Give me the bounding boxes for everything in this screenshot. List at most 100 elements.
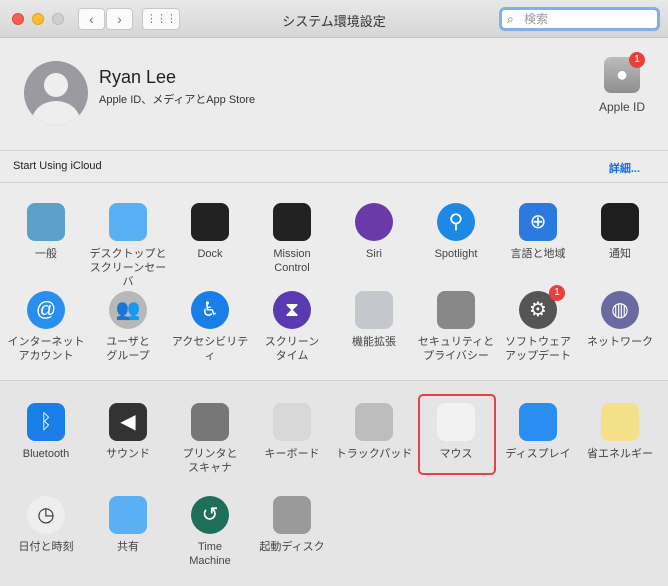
pane-label: インターネット アカウント: [7, 336, 85, 362]
avatar[interactable]: [24, 61, 88, 125]
pane-label: 機能拡張: [352, 336, 396, 348]
pane-siri[interactable]: Siri: [333, 203, 415, 261]
account-section: Ryan Lee Apple ID、メディアとApp Store ● 1 App…: [0, 39, 668, 150]
pane-label: 共有: [117, 541, 139, 553]
security-house-icon: [437, 291, 475, 329]
pane-lightbulb[interactable]: 省エネルギー: [579, 403, 661, 461]
apple-id-label: Apple ID: [598, 100, 646, 114]
pane-label: ユーザと グループ: [106, 336, 150, 362]
title-bar: ‹ › ⋮⋮⋮ システム環境設定 ⌕ 検索: [0, 0, 668, 38]
gear-icon: ⚙ 1: [519, 285, 565, 329]
siri-icon: [355, 203, 393, 241]
language-flag-icon: ⊕: [519, 203, 557, 241]
pane-keyboard[interactable]: キーボード: [251, 403, 333, 461]
pane-shared-folder[interactable]: 共有: [87, 496, 169, 554]
pane-hourglass[interactable]: ⧗ スクリーン タイム: [251, 291, 333, 363]
pane-label: セキュリティと プライバシー: [417, 336, 495, 362]
disk-icon: [273, 496, 311, 534]
pane-label: 通知: [609, 248, 631, 260]
pane-gear[interactable]: ⚙ 1 ソフトウェア アップデート: [497, 285, 579, 363]
pane-dock[interactable]: Dock: [169, 203, 251, 261]
account-subtitle: Apple ID、メディアとApp Store: [99, 94, 256, 106]
hourglass-icon: ⧗: [273, 291, 311, 329]
pane-display[interactable]: ディスプレイ: [497, 403, 579, 461]
pane-label: Siri: [366, 248, 382, 260]
pane-label: スクリーン タイム: [264, 336, 320, 362]
spotlight-icon: ⚲: [437, 203, 475, 241]
pane-label: ネットワーク: [587, 336, 653, 348]
lightbulb-icon: [601, 403, 639, 441]
pane-speaker[interactable]: ◀ サウンド: [87, 403, 169, 461]
pane-trackpad[interactable]: トラックパッド: [333, 403, 415, 461]
pane-label: キーボード: [264, 448, 320, 460]
search-placeholder: 検索: [524, 12, 549, 26]
search-icon: ⌕: [507, 12, 514, 26]
pane-puzzle[interactable]: 機能拡張: [333, 291, 415, 349]
pane-clock[interactable]: ◷ 日付と時刻: [5, 496, 87, 554]
pane-mission-control[interactable]: Mission Control: [251, 203, 333, 275]
pane-language-flag[interactable]: ⊕ 言語と地域: [497, 203, 579, 261]
pane-label: Mission Control: [273, 248, 311, 274]
pane-label: デスクトップと スクリーンセーバ: [89, 248, 167, 288]
pane-time-machine[interactable]: ↺ Time Machine: [169, 496, 251, 568]
desktop-icon: [109, 203, 147, 241]
icloud-bar: Start Using iCloud 詳細...: [0, 150, 668, 183]
globe-icon: ◍: [601, 291, 639, 329]
pane-users[interactable]: 👥 ユーザと グループ: [87, 291, 169, 363]
pane-label: プリンタと スキャナ: [182, 448, 238, 474]
accessibility-icon: ♿: [191, 291, 229, 329]
dock-icon: [191, 203, 229, 241]
pane-label: トラックパッド: [335, 448, 413, 460]
icloud-text: Start Using iCloud: [13, 160, 102, 172]
update-badge: 1: [549, 285, 565, 301]
pane-label: マウス: [439, 448, 473, 460]
keyboard-icon: [273, 403, 311, 441]
pane-globe[interactable]: ◍ ネットワーク: [579, 291, 661, 349]
apple-id-badge: 1: [629, 52, 645, 68]
search-input[interactable]: ⌕ 検索: [499, 7, 660, 31]
trackpad-icon: [355, 403, 393, 441]
pane-bluetooth[interactable]: ᛒ Bluetooth: [5, 403, 87, 461]
pane-desktop[interactable]: デスクトップと スクリーンセーバ: [87, 203, 169, 289]
account-name: Ryan Lee: [99, 67, 177, 87]
pane-general[interactable]: 一般: [5, 203, 87, 261]
icloud-details-link[interactable]: 詳細...: [609, 160, 640, 176]
general-icon: [27, 203, 65, 241]
pane-accessibility[interactable]: ♿ アクセシビリティ: [169, 291, 251, 363]
pane-notifications[interactable]: 通知: [579, 203, 661, 261]
users-icon: 👥: [109, 291, 147, 329]
speaker-icon: ◀: [109, 403, 147, 441]
pane-spotlight[interactable]: ⚲ Spotlight: [415, 203, 497, 261]
pane-disk[interactable]: 起動ディスク: [251, 496, 333, 554]
mission-control-icon: [273, 203, 311, 241]
pane-label: 一般: [35, 248, 57, 260]
pane-label: 起動ディスク: [259, 541, 325, 553]
at-icon: @: [27, 291, 65, 329]
pane-at[interactable]: @ インターネット アカウント: [5, 291, 87, 363]
apple-id-button[interactable]: ● 1 Apple ID: [590, 52, 654, 114]
mouse-icon: [437, 403, 475, 441]
puzzle-icon: [355, 291, 393, 329]
pane-label: Spotlight: [434, 248, 478, 260]
pane-label: 言語と地域: [510, 248, 566, 260]
notifications-icon: [601, 203, 639, 241]
pane-mouse[interactable]: マウス: [415, 403, 497, 461]
pane-label: 日付と時刻: [18, 541, 74, 553]
pane-label: Time Machine: [189, 541, 231, 567]
printer-icon: [191, 403, 229, 441]
clock-icon: ◷: [27, 496, 65, 534]
bluetooth-icon: ᛒ: [27, 403, 65, 441]
apple-logo-icon: ● 1: [604, 52, 645, 93]
pane-security-house[interactable]: セキュリティと プライバシー: [415, 291, 497, 363]
pane-label: ディスプレイ: [505, 448, 571, 460]
pane-label: アクセシビリティ: [171, 336, 249, 362]
pane-label: ソフトウェア アップデート: [505, 336, 571, 362]
pane-label: 省エネルギー: [587, 448, 653, 460]
shared-folder-icon: [109, 496, 147, 534]
time-machine-icon: ↺: [191, 496, 229, 534]
pane-label: Dock: [197, 248, 223, 260]
pane-label: サウンド: [106, 448, 150, 460]
pane-label: Bluetooth: [22, 448, 70, 460]
pane-printer[interactable]: プリンタと スキャナ: [169, 403, 251, 475]
display-icon: [519, 403, 557, 441]
